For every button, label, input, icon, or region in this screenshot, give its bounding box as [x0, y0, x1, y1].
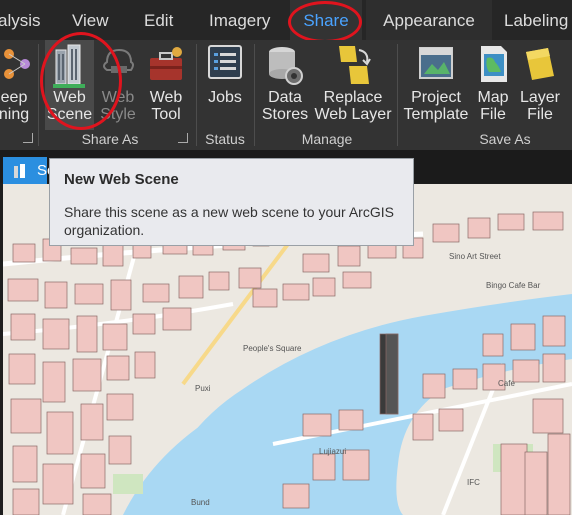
tab-edit[interactable]: Edit [144, 0, 173, 40]
jobs-list-icon [208, 45, 242, 79]
label-line: Layer [519, 89, 561, 106]
replace-layer-icon [339, 46, 371, 84]
toolbox-icon [150, 47, 182, 80]
map-label-lujiazui: Lujiazui [319, 447, 347, 456]
label-line: Template [403, 106, 469, 123]
label-line: Map [477, 89, 509, 106]
layer-file-icon [526, 48, 554, 80]
group-separator [254, 44, 255, 146]
group-label-share-as: Share As [81, 131, 139, 147]
tab-appearance[interactable]: Appearance [366, 0, 492, 40]
map-label-cafe: Cafe [498, 379, 515, 388]
group-label-status: Status [205, 131, 245, 147]
label-line: File [527, 106, 553, 123]
project-template-icon [419, 47, 453, 79]
label-line: Data [268, 89, 302, 106]
group-separator [397, 44, 398, 146]
label-line: Tool [151, 106, 181, 123]
tooltip-body: Share this scene as a new web scene to y… [64, 204, 394, 238]
replace-web-layer-button[interactable]: Replace Web Layer [312, 40, 394, 130]
map-label-peoples-square: People's Square [243, 344, 302, 353]
web-scene-annotation [40, 32, 122, 130]
map-label-bund: Bund [191, 498, 210, 507]
tab-imagery[interactable]: Imagery [209, 0, 270, 40]
keep-running-label: eep ning [0, 89, 36, 123]
scene-tab-icon [14, 164, 25, 178]
database-gear-icon [269, 47, 303, 85]
label-line: File [480, 106, 506, 123]
group-label-manage: Manage [301, 131, 353, 147]
tooltip-title: New Web Scene [64, 171, 179, 188]
group-label-save-as: Save As [479, 131, 531, 147]
keep-running-button[interactable]: eep ning [0, 40, 36, 130]
network-icon [4, 49, 30, 79]
group-separator [38, 44, 39, 146]
label-line: Web [149, 89, 183, 106]
group-separator [196, 44, 197, 146]
share-tab-annotation [288, 1, 362, 43]
scene-view-tab[interactable]: Sc [3, 157, 55, 185]
project-template-button[interactable]: Project Template [402, 40, 470, 130]
label-line: ning [0, 106, 30, 123]
map-file-icon [481, 46, 507, 82]
layer-file-button[interactable]: Layer File [517, 40, 563, 130]
jobs-button[interactable]: Jobs [200, 40, 250, 130]
label-line: Replace [323, 89, 383, 106]
map-label-puxi: Puxi [195, 384, 211, 393]
group-launcher-icon[interactable] [178, 133, 188, 143]
group-launcher-icon[interactable] [23, 133, 33, 143]
web-scene-tooltip: New Web Scene Share this scene as a new … [49, 158, 414, 246]
label-line: Project [411, 89, 461, 106]
map-label-bingo: Bingo Cafe Bar [486, 281, 541, 290]
tab-labeling[interactable]: Labeling [504, 0, 568, 40]
map-label-ifc: IFC [467, 478, 480, 487]
map-file-button[interactable]: Map File [471, 40, 515, 130]
data-stores-button[interactable]: Data Stores [260, 40, 310, 130]
label-line: Stores [261, 106, 309, 123]
label-line: Web Layer [314, 106, 392, 123]
label-line: eep [0, 89, 28, 106]
tab-analysis[interactable]: alysis [0, 0, 41, 40]
map-label-sino-art: Sino Art Street [449, 252, 501, 261]
web-tool-button[interactable]: Web Tool [143, 40, 189, 130]
label-line: Jobs [208, 89, 242, 106]
